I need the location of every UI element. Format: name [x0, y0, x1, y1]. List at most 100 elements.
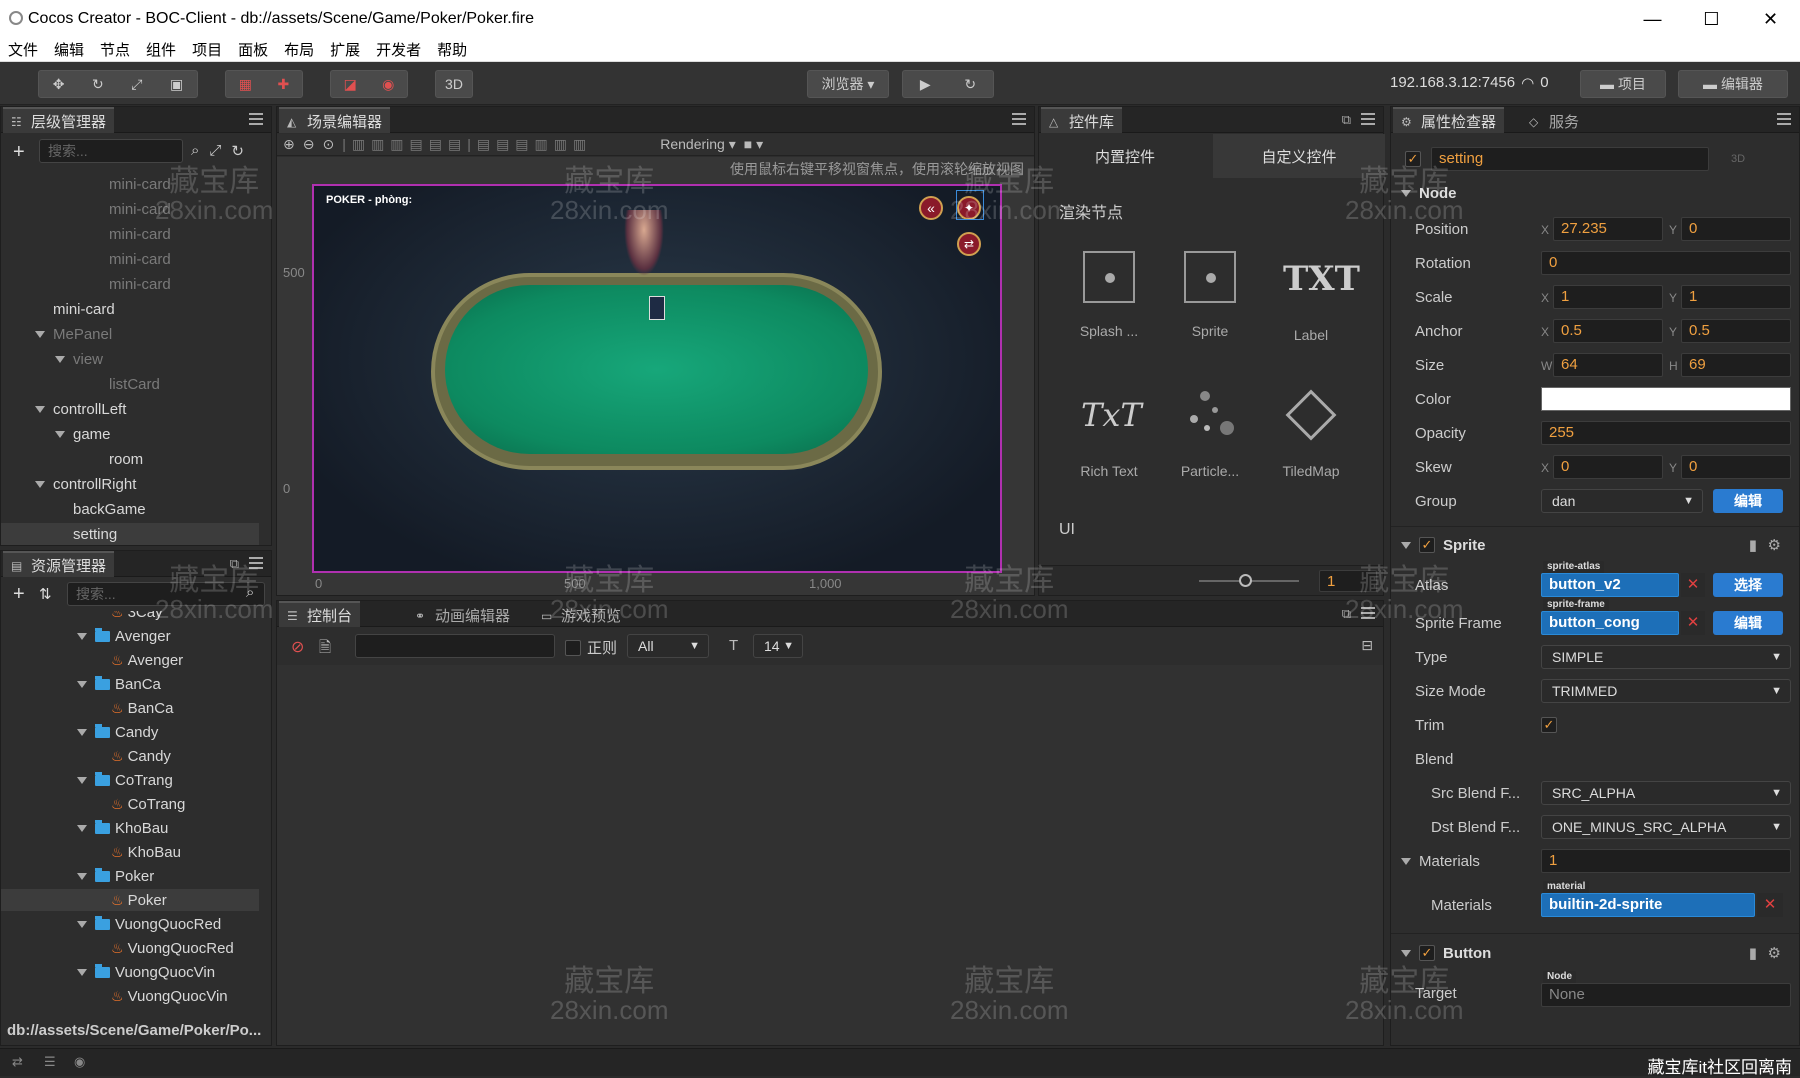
widget-rich-text[interactable]: TxT Rich Text: [1069, 387, 1149, 479]
hierarchy-node[interactable]: controllRight: [1, 473, 259, 495]
edit-group-button[interactable]: 编辑: [1713, 489, 1783, 513]
sprite-section-header[interactable]: ✓ Sprite ▮ ⚙: [1391, 531, 1799, 559]
hierarchy-node[interactable]: mini-card: [1, 223, 259, 245]
open-project-button[interactable]: ▬ 项目: [1580, 70, 1666, 98]
atlas-field[interactable]: button_v2: [1541, 573, 1679, 597]
tab-builtin-widgets[interactable]: 内置控件: [1039, 134, 1211, 178]
opacity-input[interactable]: 255: [1541, 421, 1791, 445]
widget-tiledmap[interactable]: TiledMap: [1271, 387, 1351, 479]
position-x-input[interactable]: 27.235: [1553, 217, 1663, 241]
asset-folder[interactable]: BanCa: [1, 673, 259, 695]
expand-icon[interactable]: ⤢: [209, 142, 221, 160]
hierarchy-node[interactable]: mini-card: [1, 173, 259, 195]
gear-icon[interactable]: ⚙: [1768, 536, 1781, 554]
hierarchy-node[interactable]: room: [1, 448, 259, 470]
menu-node[interactable]: 节点: [100, 39, 130, 60]
asset-scene[interactable]: ♨ BanCa: [1, 697, 259, 719]
rendering-select[interactable]: Rendering ▾: [660, 136, 736, 153]
move-tool-icon[interactable]: ✥: [53, 76, 65, 93]
expand-arrow-icon[interactable]: [55, 430, 65, 438]
clear-material-icon[interactable]: ✕: [1757, 893, 1783, 917]
align-tools-icon[interactable]: |▥▥▥▤▤▤|▤▤▤▥▥▥: [342, 136, 592, 153]
hierarchy-node[interactable]: mini-card: [1, 198, 259, 220]
mode-3d-button[interactable]: 3D: [435, 70, 473, 98]
global-icon[interactable]: ◉: [382, 76, 394, 93]
expand-arrow-icon[interactable]: [35, 330, 45, 338]
size-h-input[interactable]: 69: [1681, 353, 1791, 377]
font-size-select[interactable]: 14: [753, 634, 803, 658]
clear-frame-icon[interactable]: ✕: [1681, 611, 1705, 635]
asset-scene[interactable]: ♨ 3Cay: [1, 611, 259, 623]
hierarchy-node[interactable]: game: [1, 423, 259, 445]
log-file-icon[interactable]: 🗎: [319, 637, 331, 662]
center-icon[interactable]: ✚: [278, 76, 290, 93]
popout-icon[interactable]: ⧉: [1342, 606, 1351, 622]
zoom-reset-icon[interactable]: ⊙: [322, 136, 334, 153]
expand-arrow-icon[interactable]: [77, 824, 87, 832]
minimize-button[interactable]: —: [1623, 0, 1682, 38]
sprite-frame-field[interactable]: button_cong: [1541, 611, 1679, 635]
expand-arrow-icon[interactable]: [77, 680, 87, 688]
menu-developer[interactable]: 开发者: [376, 39, 421, 60]
maximize-button[interactable]: ☐: [1682, 0, 1741, 38]
tab-services[interactable]: ◇ 服务: [1521, 107, 1587, 133]
rotate-tool-icon[interactable]: ↻: [92, 76, 104, 93]
sync-icon[interactable]: ⇄: [12, 1054, 23, 1070]
asset-folder[interactable]: KhoBau: [1, 817, 259, 839]
tab-game-preview[interactable]: ▭ 游戏预览: [533, 601, 629, 627]
asset-scene[interactable]: ♨ KhoBau: [1, 841, 259, 863]
hierarchy-node[interactable]: mini-card: [1, 273, 259, 295]
expand-arrow-icon[interactable]: [35, 480, 45, 488]
widget-splash[interactable]: Splash ...: [1069, 251, 1149, 339]
add-asset-icon[interactable]: +: [13, 583, 25, 606]
add-node-icon[interactable]: +: [13, 141, 25, 164]
hierarchy-node[interactable]: setting: [1, 523, 259, 545]
anchor-x-input[interactable]: 0.5: [1553, 319, 1663, 343]
skew-x-input[interactable]: 0: [1553, 455, 1663, 479]
button-enabled-checkbox[interactable]: ✓: [1419, 945, 1435, 961]
camera-icon[interactable]: ■ ▾: [744, 136, 763, 153]
type-select[interactable]: SIMPLE: [1541, 645, 1791, 669]
edit-frame-button[interactable]: 编辑: [1713, 611, 1783, 635]
widget-particle[interactable]: Particle...: [1170, 387, 1250, 479]
hierarchy-node[interactable]: MePanel: [1, 323, 259, 345]
asset-scene[interactable]: ♨ Avenger: [1, 649, 259, 671]
sprite-enabled-checkbox[interactable]: ✓: [1419, 537, 1435, 553]
tab-custom-widgets[interactable]: 自定义控件: [1213, 134, 1385, 178]
asset-scene[interactable]: ♨ VuongQuocVin: [1, 985, 259, 1007]
size-mode-select[interactable]: TRIMMED: [1541, 679, 1791, 703]
clear-console-icon[interactable]: ⊘: [291, 637, 304, 657]
asset-scene[interactable]: ♨ Poker: [1, 889, 259, 911]
search-icon[interactable]: ⌕: [191, 142, 199, 160]
zoom-in-icon[interactable]: ⊕: [283, 136, 295, 153]
panel-menu-icon[interactable]: [1361, 607, 1375, 619]
asset-scene[interactable]: ♨ Candy: [1, 745, 259, 767]
pivot-icon[interactable]: ▦: [239, 76, 252, 93]
widget-label[interactable]: TXT Label: [1271, 251, 1360, 343]
expand-arrow-icon[interactable]: [55, 355, 65, 363]
database-icon[interactable]: ☰: [44, 1054, 56, 1070]
help-doc-icon[interactable]: ▮: [1749, 536, 1757, 554]
close-button[interactable]: ✕: [1741, 0, 1800, 38]
log-level-select[interactable]: All: [627, 634, 709, 658]
group-select[interactable]: dan: [1541, 489, 1703, 513]
asset-folder[interactable]: CoTrang: [1, 769, 259, 791]
asset-folder[interactable]: Poker: [1, 865, 259, 887]
popout-icon[interactable]: ⧉: [1342, 112, 1351, 128]
scale-x-input[interactable]: 1: [1553, 285, 1663, 309]
search-icon[interactable]: ⌕: [246, 584, 254, 601]
hierarchy-node[interactable]: mini-card: [1, 248, 259, 270]
console-filter-input[interactable]: [355, 634, 555, 658]
panel-menu-icon[interactable]: [1777, 113, 1791, 125]
widget-sprite[interactable]: Sprite: [1170, 251, 1250, 339]
color-swatch[interactable]: [1541, 387, 1791, 411]
asset-folder[interactable]: Avenger: [1, 625, 259, 647]
scale-y-input[interactable]: 1: [1681, 285, 1791, 309]
select-atlas-button[interactable]: 选择: [1713, 573, 1783, 597]
clear-atlas-icon[interactable]: ✕: [1681, 573, 1705, 597]
menu-extension[interactable]: 扩展: [330, 39, 360, 60]
panel-menu-icon[interactable]: [1012, 113, 1026, 125]
dst-blend-select[interactable]: ONE_MINUS_SRC_ALPHA: [1541, 815, 1791, 839]
rotation-input[interactable]: 0: [1541, 251, 1791, 275]
local-icon[interactable]: ◪: [344, 76, 357, 93]
